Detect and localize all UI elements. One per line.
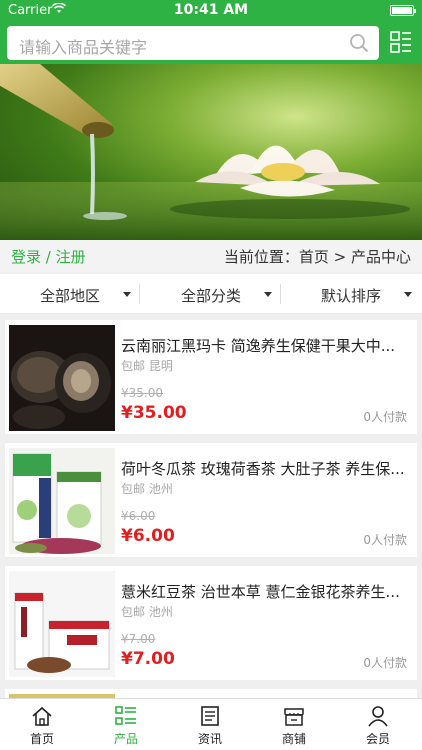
tab-product[interactable]: 产品 — [84, 699, 168, 750]
product-shipping: 包邮 池州 — [121, 482, 173, 496]
sort-filter-label: 默认排序 — [321, 287, 382, 305]
category-filter-label: 全部分类 — [181, 287, 242, 305]
tab-home-label: 首页 — [29, 732, 54, 746]
chevron-down-icon — [123, 292, 131, 297]
filter-bar: 全部地区 全部分类 默认排序 — [0, 274, 422, 314]
chevron-down-icon — [404, 292, 412, 297]
tab-member[interactable]: 会员 — [336, 699, 420, 750]
tab-product-label: 产品 — [113, 732, 138, 746]
product-price: ¥35.00 — [121, 403, 187, 423]
grid-menu-icon[interactable] — [390, 31, 412, 53]
tab-shop-label: 商铺 — [281, 732, 306, 746]
search-icon[interactable] — [349, 33, 369, 53]
product-image-redbean-tea[interactable] — [9, 571, 115, 677]
shop-icon — [284, 708, 304, 726]
product-card[interactable]: 荷叶冬瓜茶 玫瑰荷香茶 大肚子茶 养生保... 包邮 池州 ¥6.00 ¥6.0… — [5, 443, 417, 557]
bottom-tab-bar: 首页 产品 资讯 商铺 会员 — [0, 698, 422, 750]
current-location: 当前位置：首页 > 产品中心 — [223, 248, 411, 266]
battery-icon — [390, 5, 416, 16]
home-icon — [32, 706, 52, 726]
product-title[interactable]: 荷叶冬瓜茶 玫瑰荷香茶 大肚子茶 养生保... — [121, 458, 411, 479]
product-paid-count: 0人付款 — [363, 410, 407, 424]
app-header: Carrier 10:41 AM 请输入商品关键字 — [0, 0, 422, 64]
product-image-lotus-tea[interactable] — [9, 448, 115, 554]
chevron-down-icon — [264, 292, 272, 297]
product-card[interactable]: 云南丽江黑玛卡 简逸养生保健干果大中... 包邮 昆明 ¥35.00 ¥35.0… — [5, 320, 417, 434]
divider — [280, 284, 281, 304]
product-old-price: ¥7.00 — [121, 632, 156, 646]
category-filter[interactable]: 全部分类 — [141, 274, 281, 314]
product-image-maca[interactable] — [9, 325, 115, 431]
product-price: ¥7.00 — [121, 649, 175, 669]
product-paid-count: 0人付款 — [363, 656, 407, 670]
region-filter-label: 全部地区 — [40, 287, 101, 305]
search-placeholder: 请输入商品关键字 — [19, 38, 148, 57]
login-register-link[interactable]: 登录 / 注册 — [11, 246, 86, 267]
product-old-price: ¥6.00 — [121, 509, 156, 523]
breadcrumb: 登录 / 注册 当前位置：首页 > 产品中心 — [0, 240, 422, 272]
banner-image[interactable] — [0, 64, 422, 240]
product-price: ¥6.00 — [121, 526, 175, 546]
status-bar: Carrier 10:41 AM — [0, 0, 422, 20]
divider — [139, 284, 140, 304]
member-icon — [368, 706, 388, 727]
tab-news[interactable]: 资讯 — [168, 699, 252, 750]
product-title[interactable]: 薏米红豆茶 治世本草 薏仁金银花茶养生... — [121, 581, 411, 602]
product-shipping: 包邮 昆明 — [121, 359, 173, 373]
region-filter[interactable]: 全部地区 — [0, 274, 140, 314]
product-old-price: ¥35.00 — [121, 386, 163, 400]
search-input[interactable]: 请输入商品关键字 — [7, 26, 379, 60]
product-paid-count: 0人付款 — [363, 533, 407, 547]
news-icon — [201, 706, 219, 726]
sort-filter[interactable]: 默认排序 — [282, 274, 422, 314]
tab-news-label: 资讯 — [197, 732, 222, 746]
tab-shop[interactable]: 商铺 — [252, 699, 336, 750]
tab-member-label: 会员 — [365, 732, 390, 746]
product-title[interactable]: 云南丽江黑玛卡 简逸养生保健干果大中... — [121, 335, 411, 356]
product-shipping: 包邮 池州 — [121, 605, 173, 619]
product-list-icon — [115, 706, 136, 725]
product-card[interactable]: 薏米红豆茶 治世本草 薏仁金银花茶养生... 包邮 池州 ¥7.00 ¥7.00… — [5, 566, 417, 680]
status-time: 10:41 AM — [173, 2, 249, 18]
tab-home[interactable]: 首页 — [0, 699, 84, 750]
